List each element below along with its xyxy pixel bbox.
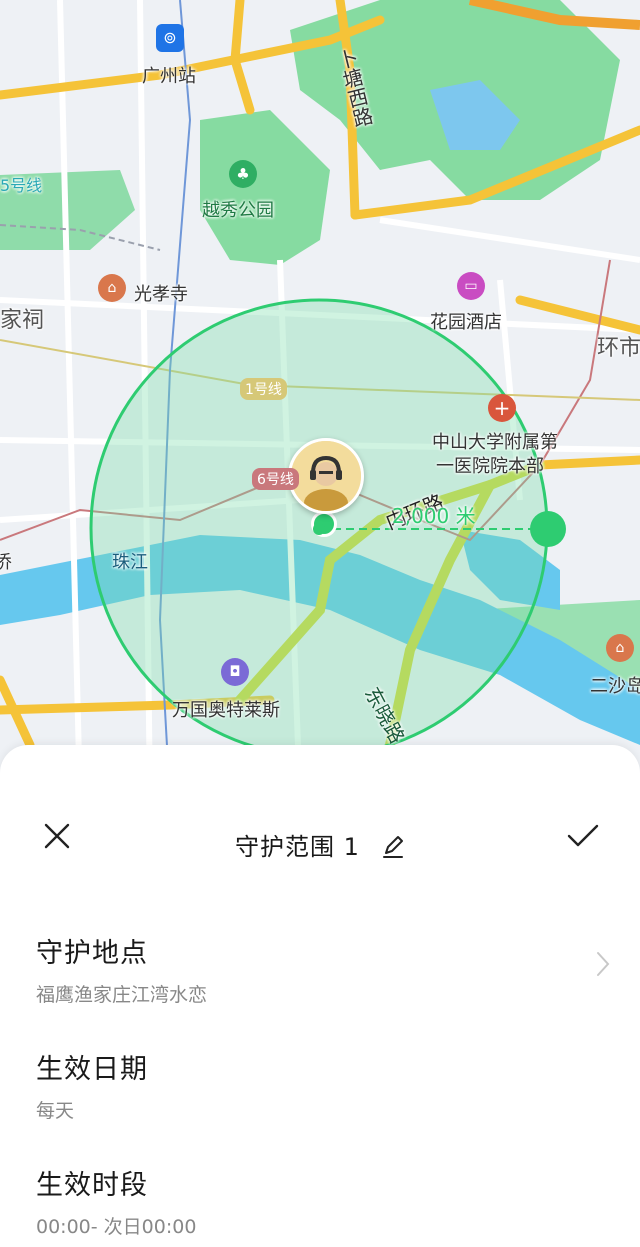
map-label-line1: 1号线 [240, 378, 287, 400]
location-label: 守护地点 [36, 938, 148, 969]
map-canvas [0, 0, 640, 800]
time-value: 00:00- 次日00:00 [36, 1216, 197, 1238]
location-row[interactable]: 守护地点 福鹰渔家庄江湾水恋 [36, 931, 610, 1007]
avatar-person-icon [291, 441, 361, 511]
map-label-pearl-river: 珠江 [112, 552, 148, 573]
hospital-icon: + [488, 394, 516, 422]
map-label-left-edge: 侨 [0, 552, 12, 573]
temple-icon: ⌂ [98, 274, 126, 302]
page-title: 守护范围 1 [235, 833, 360, 861]
map-label-hospital-1: 中山大学附属第 [432, 432, 558, 453]
time-row[interactable]: 生效时段 00:00- 次日00:00 [36, 1163, 604, 1239]
map-label-ershadao: 二沙岛 [590, 676, 640, 697]
location-value: 福鹰渔家庄江湾水恋 [36, 984, 208, 1006]
map-label-ring-road: 环市 [597, 336, 640, 361]
park-icon: ♣ [229, 160, 257, 188]
chevron-right-icon [597, 952, 610, 976]
shopping-icon: ◘ [221, 658, 249, 686]
hotel-icon: ▭ [457, 272, 485, 300]
check-icon [567, 824, 599, 847]
map-label-outlet: 万国奥特莱斯 [172, 700, 280, 721]
avatar[interactable] [288, 438, 364, 514]
landmark-icon: ⌂ [606, 634, 634, 662]
map-label-guangzhou-station: 广州站 [142, 66, 196, 87]
map-label-yuexiu-park: 越秀公园 [202, 200, 274, 221]
confirm-button[interactable] [558, 811, 608, 861]
center-dot [313, 523, 325, 535]
map-label-line5: 5号线 [0, 176, 43, 195]
map-label-guangxiao-temple: 光孝寺 [134, 284, 188, 305]
radius-drag-handle[interactable] [530, 511, 566, 547]
date-value: 每天 [36, 1100, 75, 1122]
map-view[interactable]: ⊚ ♣ ⌂ ▭ + ◘ ⌂ 广州站 5号线 卜塘西路 越秀公园 光孝寺 家祠 花… [0, 0, 640, 800]
distance-label: 2,000 米 [392, 504, 476, 528]
time-label: 生效时段 [36, 1170, 148, 1201]
train-station-icon: ⊚ [156, 24, 184, 52]
map-label-garden-hotel: 花园酒店 [430, 312, 502, 333]
date-row[interactable]: 生效日期 每天 [36, 1047, 604, 1123]
edit-title-button[interactable] [381, 835, 405, 863]
map-label-hospital-2: 一医院院本部 [436, 456, 544, 477]
map-label-family-temple: 家祠 [0, 308, 45, 333]
geofence-edit-sheet: 守护范围 1 守护地点 福鹰渔家庄江湾水恋 生效日期 每天 生效时段 00:00… [0, 745, 640, 1247]
date-label: 生效日期 [36, 1054, 148, 1085]
pencil-icon [383, 836, 403, 858]
map-label-line6: 6号线 [252, 468, 299, 490]
sheet-title-bar: 守护范围 1 [0, 827, 640, 863]
